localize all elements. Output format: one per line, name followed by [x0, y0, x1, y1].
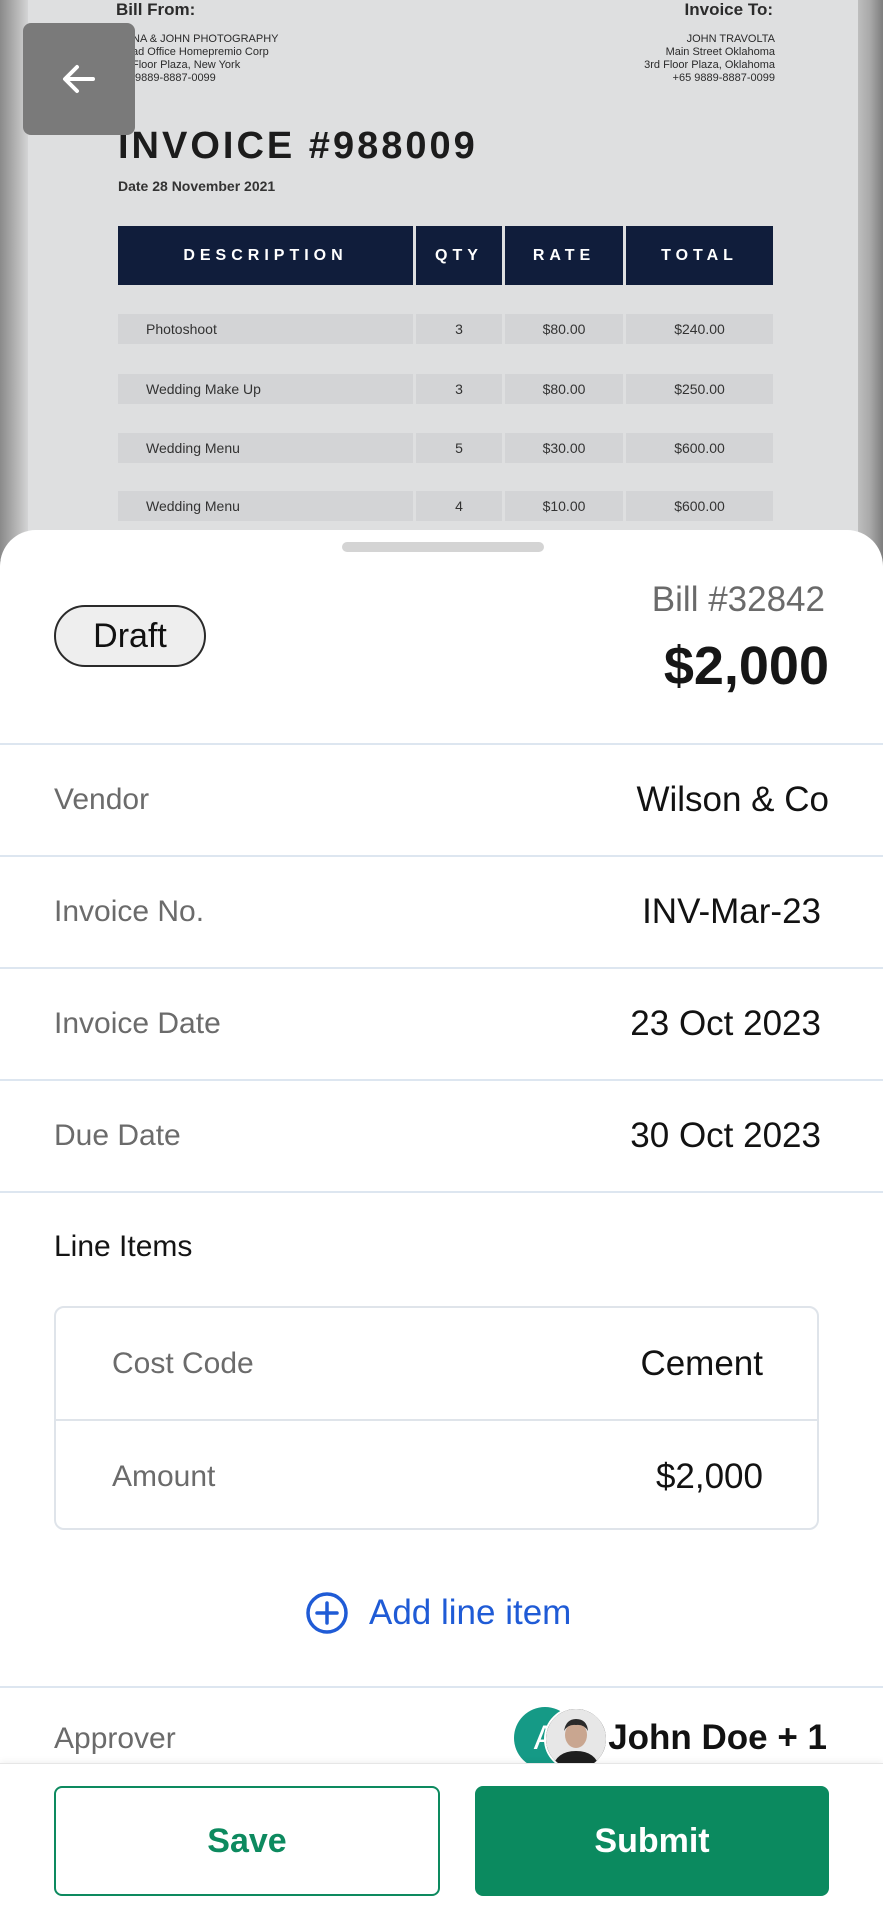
action-footer: Save Submit [0, 1763, 883, 1921]
invoice-preview: Bill From: NA & JOHN PHOTOGRAPHY ad Offi… [0, 0, 883, 560]
invoice-col-rate: RATE [505, 226, 623, 285]
invoice-row-qty: 4 [416, 491, 502, 521]
invoice-row-description: Wedding Menu [118, 433, 413, 463]
save-button[interactable]: Save [54, 1786, 440, 1896]
due-date-value: 30 Oct 2023 [630, 1116, 821, 1155]
invoice-row-qty: 3 [416, 374, 502, 404]
invoice-row-total: $240.00 [626, 314, 773, 344]
invoice-col-total: TOTAL [626, 226, 773, 285]
add-line-item-label: Add line item [369, 1593, 572, 1632]
bill-from-address: NA & JOHN PHOTOGRAPHY ad Office Homeprem… [132, 33, 279, 84]
invoice-row-qty: 5 [416, 433, 502, 463]
vendor-row[interactable]: Vendor Wilson & Co [0, 743, 883, 855]
back-button[interactable] [23, 23, 135, 135]
arrow-left-icon [63, 65, 95, 93]
add-line-item-button[interactable]: Add line item [305, 1583, 571, 1643]
plus-circle-icon [306, 1592, 348, 1634]
invoice-date: Date 28 November 2021 [118, 178, 276, 194]
line-items-title: Line Items [54, 1230, 193, 1263]
invoice-row-description: Wedding Make Up [118, 374, 413, 404]
approver-value: John Doe + 1 [608, 1718, 827, 1757]
bill-details-sheet: Draft Bill #32842 $2,000 Vendor Wilson &… [0, 530, 883, 1920]
amount-value: $2,000 [655, 1456, 763, 1496]
status-badge: Draft [54, 605, 206, 667]
invoice-row-description: Wedding Menu [118, 491, 413, 521]
invoice-no-value: INV-Mar-23 [642, 892, 821, 931]
approver-label: Approver [54, 1722, 176, 1755]
invoice-date-row[interactable]: Invoice Date 23 Oct 2023 [0, 967, 883, 1079]
bill-total: $2,000 [663, 636, 829, 696]
invoice-no-label: Invoice No. [54, 895, 205, 928]
invoice-title: INVOICE #988009 [118, 125, 478, 167]
vendor-value: Wilson & Co [636, 780, 829, 819]
invoice-date-value: 23 Oct 2023 [630, 1004, 821, 1043]
invoice-to-label: Invoice To: [684, 0, 773, 19]
invoice-no-row[interactable]: Invoice No. INV-Mar-23 [0, 855, 883, 967]
amount-row[interactable]: Amount $2,000 [56, 1419, 817, 1532]
amount-label: Amount [112, 1459, 216, 1493]
invoice-row-rate: $80.00 [505, 314, 623, 344]
avatar-photo [544, 1707, 608, 1771]
cost-code-value: Cement [640, 1343, 763, 1383]
sheet-drag-handle[interactable] [342, 542, 544, 552]
invoice-row-description: Photoshoot [118, 314, 413, 344]
line-item-card[interactable]: Cost Code Cement Amount $2,000 [54, 1306, 819, 1530]
invoice-row-qty: 3 [416, 314, 502, 344]
invoice-row-total: $600.00 [626, 433, 773, 463]
bill-from-label: Bill From: [116, 0, 196, 19]
bill-number: Bill #32842 [651, 580, 825, 619]
invoice-date-label: Invoice Date [54, 1007, 221, 1040]
invoice-to-address: JOHN TRAVOLTA Main Street Oklahoma 3rd F… [644, 33, 775, 84]
invoice-row-total: $250.00 [626, 374, 773, 404]
invoice-col-description: DESCRIPTION [118, 226, 413, 285]
invoice-row-rate: $80.00 [505, 374, 623, 404]
approver-avatars[interactable]: A [514, 1707, 610, 1771]
cost-code-label: Cost Code [112, 1346, 254, 1380]
due-date-label: Due Date [54, 1119, 181, 1152]
due-date-row[interactable]: Due Date 30 Oct 2023 [0, 1079, 883, 1193]
person-photo-icon [546, 1709, 606, 1769]
vendor-label: Vendor [54, 783, 150, 816]
invoice-row-total: $600.00 [626, 491, 773, 521]
invoice-col-qty: QTY [416, 226, 502, 285]
submit-button[interactable]: Submit [475, 1786, 829, 1896]
divider [0, 1686, 883, 1688]
invoice-row-rate: $10.00 [505, 491, 623, 521]
invoice-row-rate: $30.00 [505, 433, 623, 463]
cost-code-row[interactable]: Cost Code Cement [56, 1308, 817, 1419]
